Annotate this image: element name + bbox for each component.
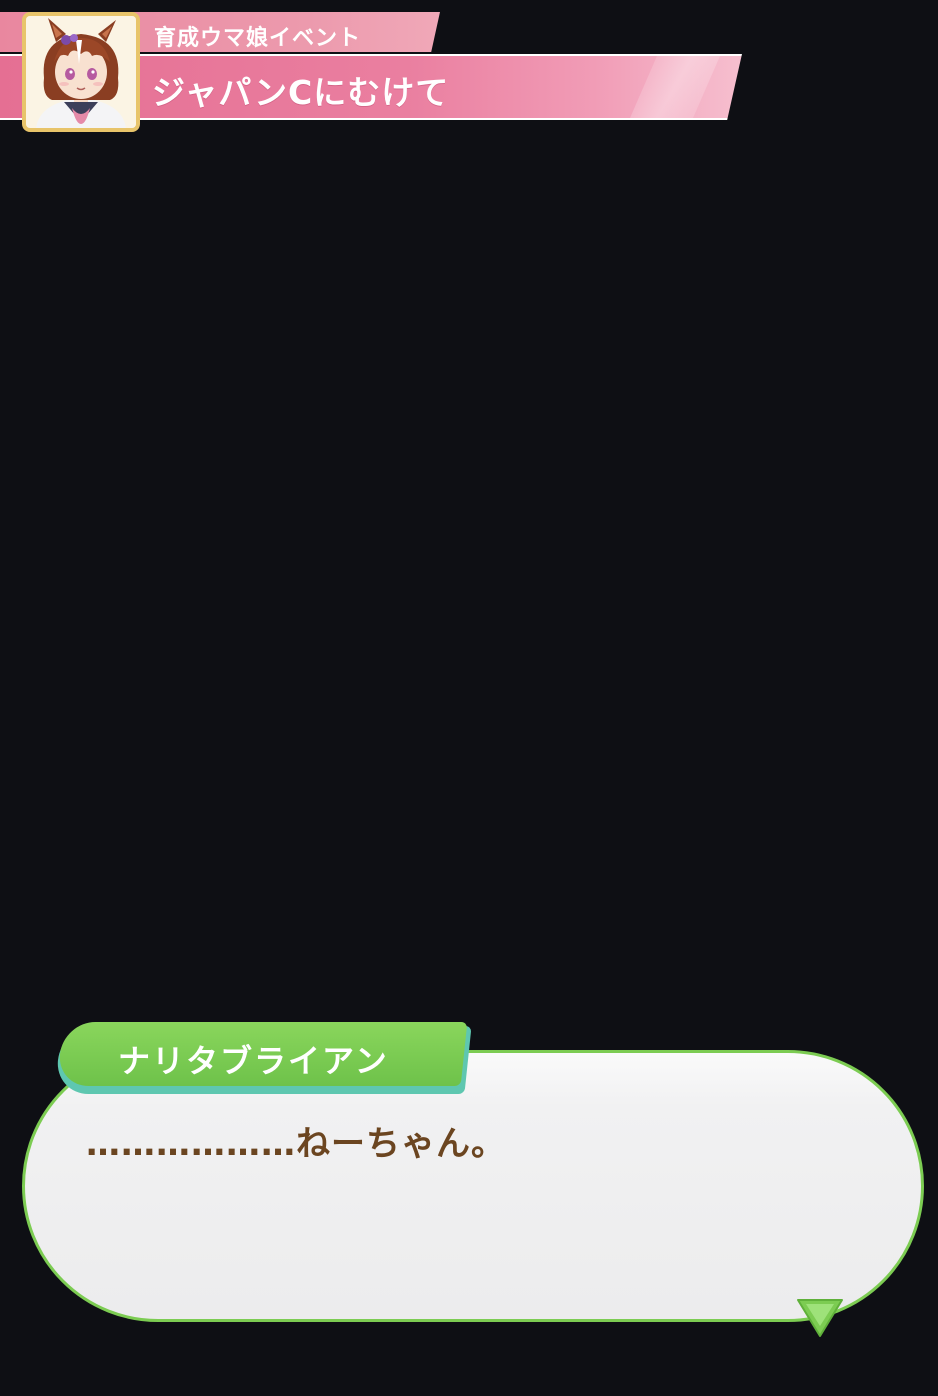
speaker-name-tag: ナリタブライアン: [54, 1022, 472, 1096]
event-category-label: 育成ウマ娘イベント: [154, 26, 362, 51]
speaker-name: ナリタブライアン: [118, 1042, 389, 1080]
character-portrait: [22, 12, 140, 132]
next-arrow-icon[interactable]: [794, 1296, 846, 1340]
character-portrait-image: [26, 16, 136, 128]
dialogue-text: ………………ねーちゃん。: [86, 1124, 506, 1164]
event-title: ジャパンCにむけて: [152, 73, 450, 112]
